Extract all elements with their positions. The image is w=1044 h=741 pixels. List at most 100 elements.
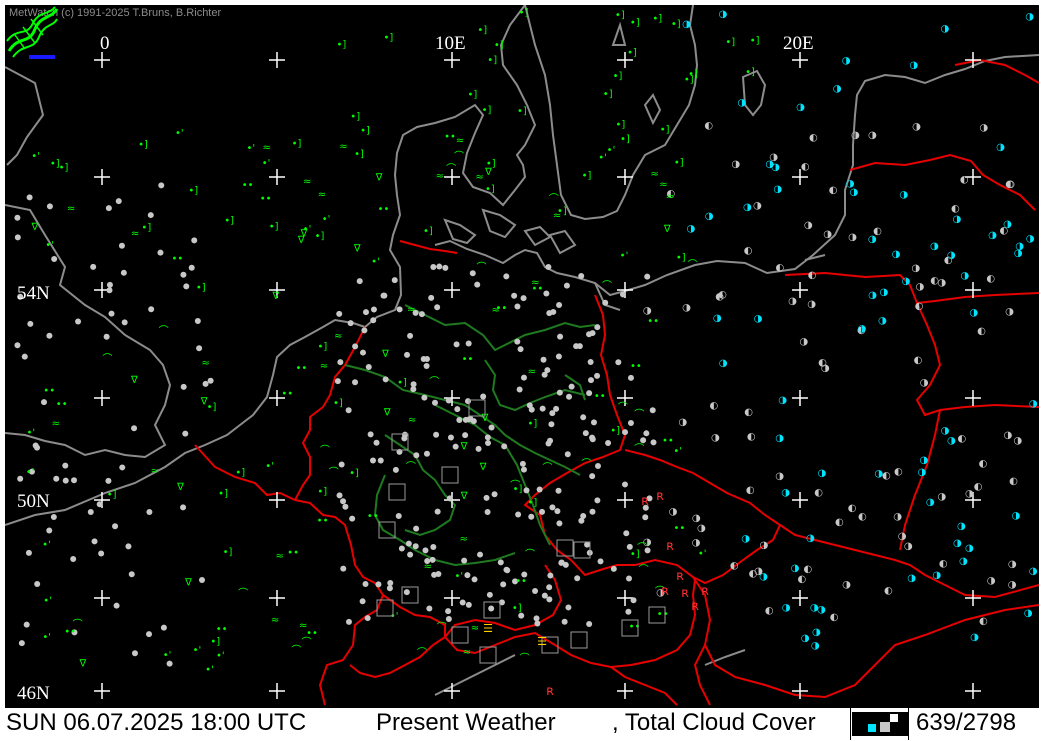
grid-cross-mark — [792, 390, 808, 406]
cyan-cloud-symbol: ◑ — [1029, 566, 1038, 577]
cloud-cover-dot — [504, 567, 511, 574]
cloud-cover-symbol: ◑ — [1008, 559, 1017, 570]
cloud-cover-dot — [649, 407, 656, 414]
present-weather-symbol: •] — [485, 184, 495, 195]
cloud-cover-dot — [334, 378, 341, 385]
cloud-cover-dot — [62, 462, 69, 469]
cloud-cover-dot — [46, 332, 53, 339]
cyan-cloud-symbol: ◑ — [782, 602, 791, 613]
present-weather-symbol: ⌒ — [329, 466, 339, 478]
cloud-cover-dot — [131, 425, 138, 432]
cloud-cover-dot — [108, 310, 115, 317]
cyan-cloud-symbol: ◑ — [952, 214, 961, 225]
cyan-cloud-symbol: ◑ — [965, 543, 974, 554]
cloud-cover-dot — [345, 618, 352, 625]
cyan-cloud-symbol: ◑ — [818, 468, 827, 479]
cloud-cover-dot — [342, 503, 349, 510]
cyan-cloud-symbol: ◑ — [705, 211, 714, 222]
cloud-cover-symbol: ◑ — [1005, 306, 1014, 317]
legend-white-square-icon — [890, 714, 898, 722]
cloud-cover-dot — [543, 290, 550, 297]
present-weather-symbol: •] — [652, 13, 662, 24]
cloud-cover-dot — [392, 466, 399, 473]
cloud-cover-dot — [488, 424, 495, 431]
present-weather-symbol: •• — [242, 180, 254, 191]
present-weather-symbol: ⌒ — [688, 259, 698, 271]
present-weather-symbol: •] — [615, 120, 625, 131]
cloud-cover-dot — [199, 576, 206, 583]
cloud-cover-dot — [359, 598, 366, 605]
cloud-cover-dot — [564, 451, 571, 458]
cloud-cover-symbol: ◑ — [669, 507, 678, 518]
present-weather-symbol: •] — [630, 549, 640, 560]
present-weather-symbol: ≈ — [334, 331, 342, 342]
present-weather-symbol: ⌒ — [291, 644, 301, 656]
legend-icons — [852, 712, 908, 736]
cyan-cloud-symbol: ◑ — [926, 497, 935, 508]
cloud-cover-dot — [453, 341, 460, 348]
station-box — [441, 466, 459, 484]
present-weather-symbol: ⌒ — [446, 163, 456, 175]
status-count: 639/2798 — [916, 709, 1017, 736]
cloud-cover-symbol: ◐ — [1009, 476, 1018, 487]
cyan-cloud-symbol: ◑ — [846, 179, 855, 190]
present-weather-symbol: ≈ — [201, 358, 209, 369]
weather-map[interactable]: ◐ ◑ ◑ ◐ ◐ ◑ ◑ ◑ ◐ ◐ ◐ ◑ ◐ ◐ ◐ ◑ ◑ ◑ ◐ ◑ ◑ ◑ ◐ ◐ ◑ ◐ ◐ ◑ ◑ ◑ ◐ ◐ ◑ ◑ ◐ ◐ ◐ ◑ ◐ ◑… — [5, 5, 1039, 708]
cloud-cover-symbol: ◐ — [749, 568, 758, 579]
cyan-cloud-symbol: ◑ — [812, 627, 821, 638]
cloud-cover-symbol: ◑ — [821, 363, 830, 374]
cloud-cover-dot — [423, 450, 430, 457]
cyan-cloud-symbol: ◑ — [759, 571, 768, 582]
cloud-cover-symbol: ◐ — [808, 270, 817, 281]
cloud-cover-dot — [361, 327, 368, 334]
cloud-cover-dot — [625, 608, 632, 615]
present-weather-symbol: ⌒ — [618, 402, 628, 414]
cloud-cover-symbol: ◑ — [868, 130, 877, 141]
cyan-cloud-symbol: ◑ — [1024, 608, 1033, 619]
cloud-cover-dot — [423, 363, 430, 370]
present-weather-symbol: ≈ — [659, 180, 667, 191]
cyan-cloud-symbol: ◑ — [801, 633, 810, 644]
cloud-cover-dot — [25, 549, 32, 556]
present-weather-symbol: •] — [141, 223, 151, 234]
present-weather-symbol: •• — [260, 193, 272, 204]
cyan-cloud-symbol: ◑ — [878, 315, 887, 326]
cloud-cover-dot — [180, 504, 187, 511]
present-weather-symbol: •• — [43, 386, 55, 397]
present-weather-symbol: ∇ — [297, 235, 305, 246]
cyan-cloud-symbol: ◑ — [775, 433, 784, 444]
cloud-cover-dot — [395, 513, 402, 520]
cloud-cover-dot — [367, 431, 374, 438]
cyan-cloud-symbol: ◑ — [874, 469, 883, 480]
cloud-cover-dot — [520, 295, 527, 302]
cloud-cover-dot — [51, 255, 58, 262]
cloud-cover-dot — [428, 294, 435, 301]
cloud-cover-dot — [148, 306, 155, 313]
present-weather-symbol: ≈ — [528, 367, 536, 378]
present-weather-symbol: ⌒ — [102, 353, 112, 365]
status-product-secondary: , Total Cloud Cover — [612, 709, 816, 736]
legend-grey-square-icon — [880, 722, 890, 732]
cloud-cover-symbol: ◑ — [979, 123, 988, 134]
cloud-cover-symbol: ◑ — [643, 305, 652, 316]
present-weather-symbol: •' — [262, 158, 271, 169]
grid-cross-mark — [94, 390, 110, 406]
cloud-cover-dot — [202, 380, 209, 387]
grid-cross-mark — [792, 492, 808, 508]
present-weather-symbol: ⌒ — [238, 587, 248, 599]
cloud-cover-dot — [120, 269, 127, 276]
cloud-cover-dot — [362, 309, 369, 316]
thunderstorm-symbol: ʀ — [641, 494, 649, 509]
cloud-cover-dot — [370, 306, 377, 313]
cloud-cover-dot — [546, 584, 553, 591]
present-weather-symbol: •] — [107, 490, 117, 501]
cloud-cover-dot — [196, 345, 203, 352]
cloud-cover-dot — [391, 277, 398, 284]
present-weather-symbol: ⌒ — [549, 193, 559, 205]
lat-label-54n: 54N — [17, 283, 50, 304]
thunderstorm-symbol: ʀ — [691, 599, 699, 614]
cloud-cover-dot — [377, 457, 384, 464]
present-weather-symbol: •• — [281, 389, 293, 400]
present-weather-symbol: ∇ — [381, 349, 389, 360]
present-weather-symbol: ⌒ — [634, 443, 644, 455]
